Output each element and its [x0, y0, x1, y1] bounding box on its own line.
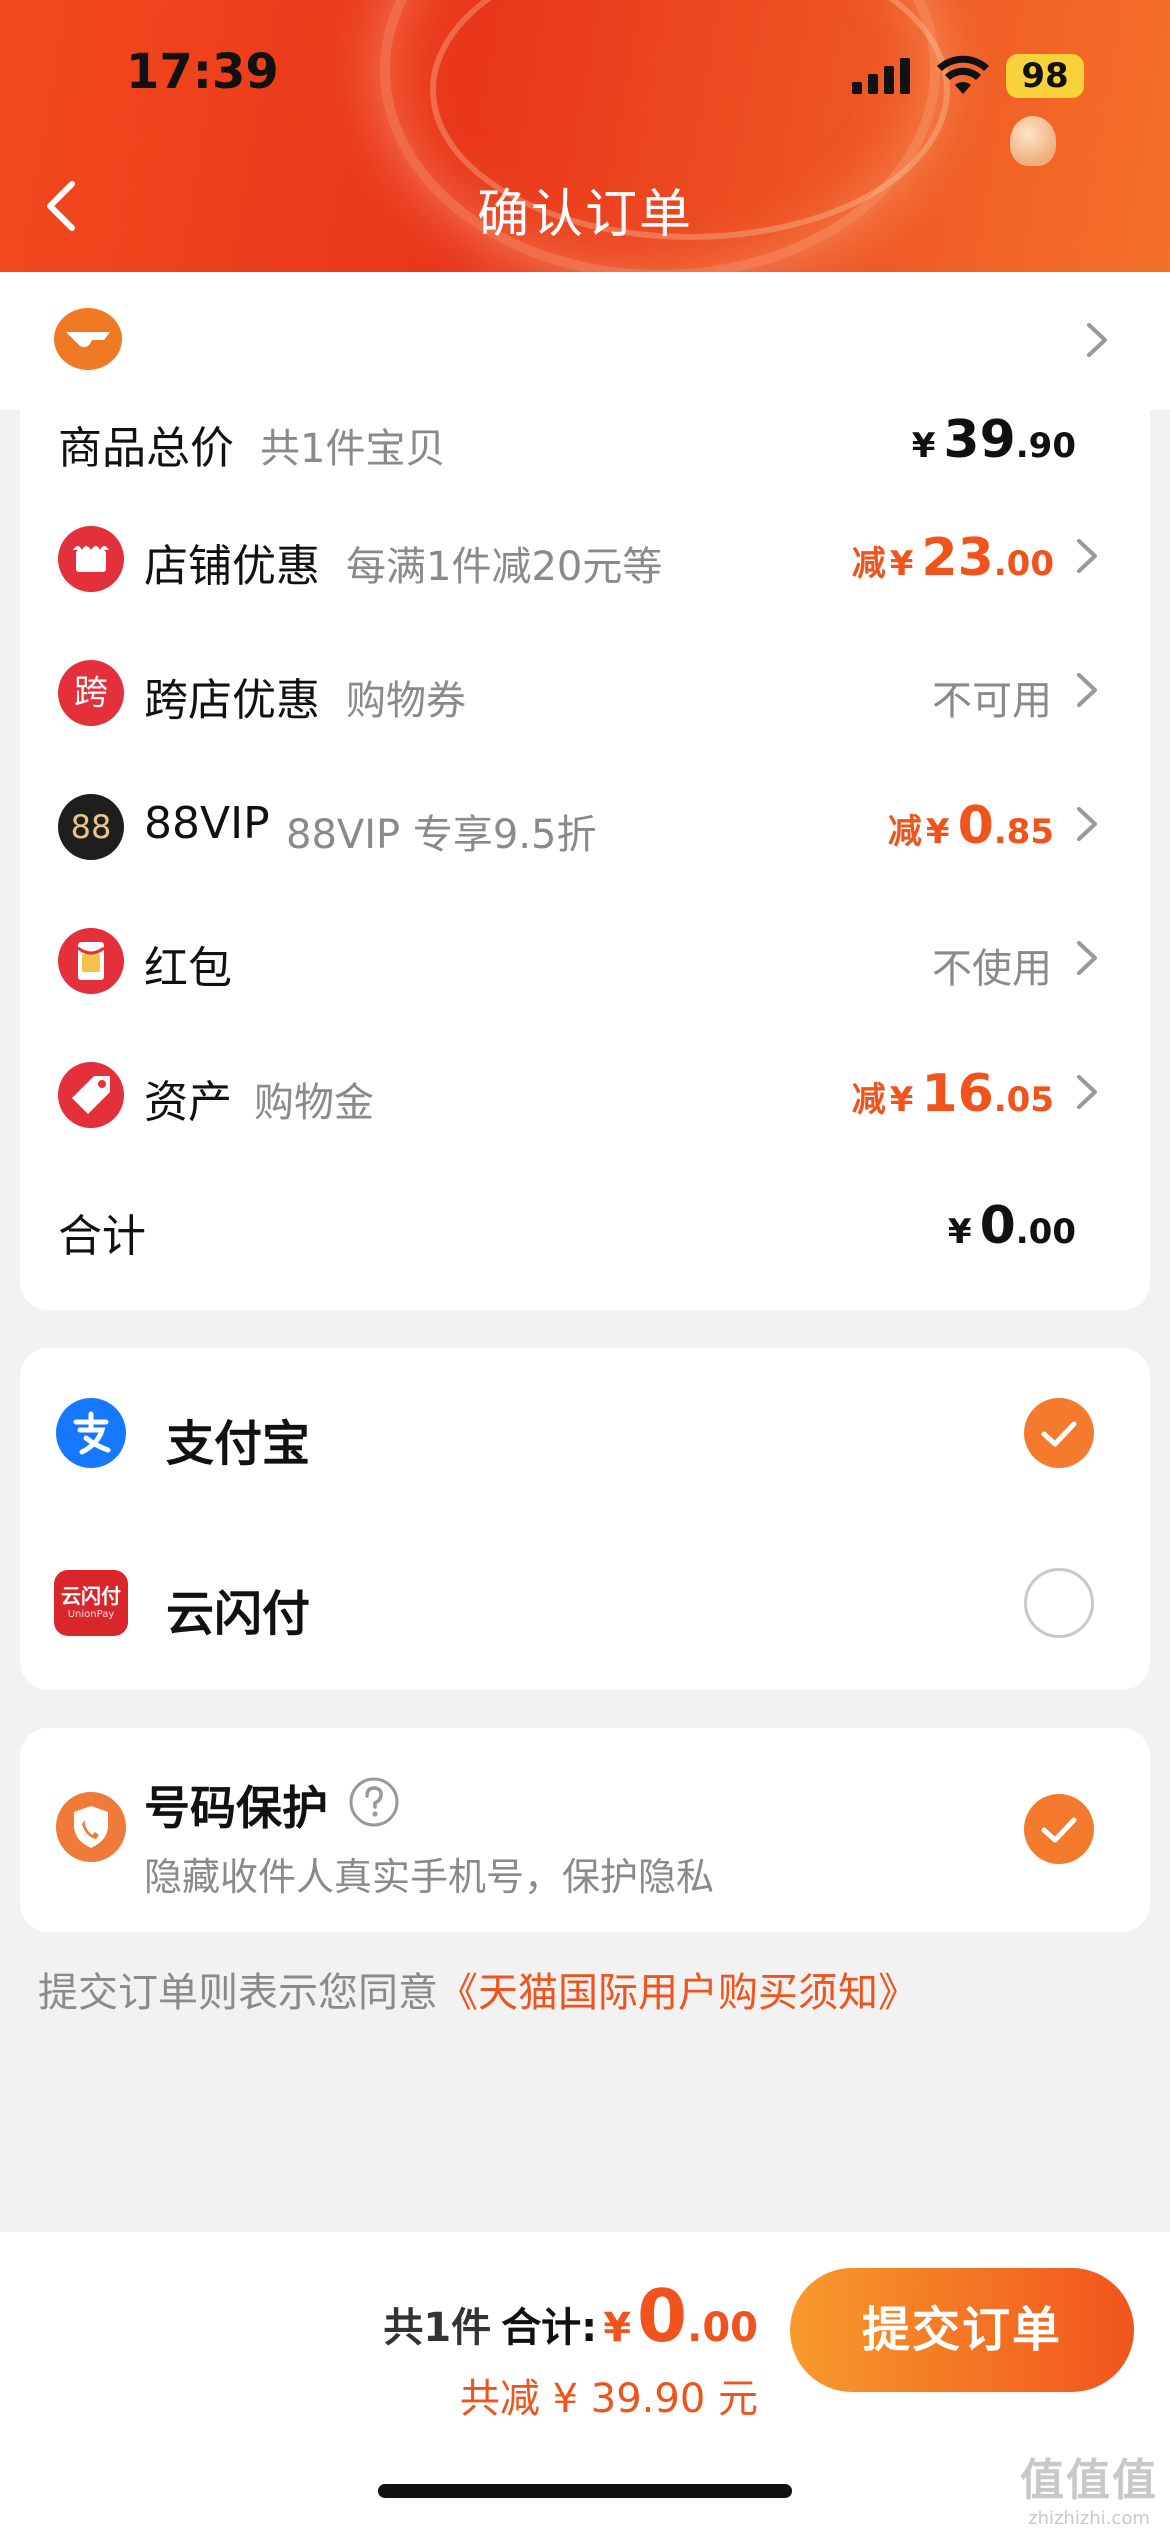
chevron-right-icon — [1087, 323, 1107, 357]
checkout-summary: 共1件 合计: ¥0.00 — [383, 2274, 758, 2358]
total-label: 合计: — [501, 2305, 598, 2351]
order-confirm-page: 17:39 98 确认订单 商品总价 共1件宝贝 ¥ 39.90 店铺优惠 每满… — [0, 0, 1170, 2532]
red-packet-icon — [58, 928, 124, 994]
goods-total-price: ¥39.90 — [912, 410, 1076, 470]
red-packet-row[interactable]: 红包 不使用 — [20, 894, 1150, 1028]
chevron-right-icon — [1077, 807, 1097, 841]
watermark-url: zhizhizhi.com — [1028, 2508, 1150, 2529]
discount-dec: .05 — [993, 1080, 1054, 1120]
unionpay-label: 云闪付 — [166, 1586, 311, 1642]
store-logo-icon — [54, 308, 122, 370]
goods-total-dec: .90 — [1015, 426, 1076, 466]
store-discount-label: 店铺优惠 — [144, 541, 320, 592]
agreement-prefix: 提交订单则表示您同意 — [38, 1970, 438, 2016]
vip88-glyph: 88 — [70, 808, 112, 846]
total-int: 0 — [979, 1196, 1016, 1256]
vip88-sub: 88VIP 专享9.5折 — [286, 812, 597, 858]
goods-total-row: 商品总价 共1件宝贝 ¥39.90 — [20, 390, 1150, 500]
chevron-right-icon — [1077, 1075, 1097, 1109]
cross-store-glyph: 跨 — [74, 673, 108, 713]
discount-int: 0 — [957, 796, 994, 856]
discount-prefix: 减 — [887, 812, 922, 852]
assets-row[interactable]: 资产 购物金 减 ¥16.05 — [20, 1028, 1150, 1162]
unionpay-icon-sub: UnionPay — [67, 1609, 115, 1620]
order-summary-card: 商品总价 共1件宝贝 ¥39.90 店铺优惠 每满1件减20元等 减 ¥23.00 — [20, 380, 1150, 1310]
number-protection-checkbox-checked[interactable] — [1024, 1794, 1094, 1864]
total-currency: ¥ — [947, 1212, 972, 1252]
total-dec: .00 — [1015, 1212, 1076, 1252]
store-icon — [58, 526, 124, 592]
goods-count: 共1件宝贝 — [260, 426, 446, 472]
cross-store-status: 不可用 — [932, 678, 1052, 724]
chevron-right-icon — [1077, 941, 1097, 975]
status-time: 17:39 — [126, 44, 279, 100]
signal-icon — [852, 58, 910, 94]
total-currency: ¥ — [603, 2305, 632, 2351]
unionpay-quickpass-icon: 云闪付 UnionPay — [54, 1570, 128, 1636]
phone-shield-icon — [56, 1792, 126, 1862]
assets-discount-amount: 减 ¥16.05 — [852, 1064, 1054, 1124]
order-total-amount: ¥0.00 — [948, 1196, 1076, 1256]
unionpay-radio-unchecked[interactable] — [1024, 1568, 1094, 1638]
discount-int: 16 — [921, 1064, 994, 1124]
cross-store-icon: 跨 — [58, 660, 124, 726]
assets-sub: 购物金 — [254, 1080, 374, 1126]
goods-total-label: 商品总价 — [58, 423, 234, 474]
battery-indicator: 98 — [1006, 54, 1084, 98]
lantern-icon — [1010, 116, 1056, 166]
alipay-radio-checked[interactable] — [1024, 1398, 1094, 1468]
watermark-title: 值值值 — [1020, 2455, 1158, 2506]
discount-currency: ¥ — [889, 1080, 914, 1120]
goods-total-currency: ¥ — [911, 426, 936, 466]
total-int: 0 — [637, 2274, 688, 2358]
order-total-label: 合计 — [58, 1211, 146, 1262]
vip88-label: 88VIP — [144, 798, 270, 849]
vip88-icon: 88 — [58, 794, 124, 860]
cross-store-discount-row[interactable]: 跨 跨店优惠 购物券 不可用 — [20, 626, 1150, 760]
agreement-link[interactable]: 《天猫国际用户购买须知》 — [438, 1970, 918, 2016]
discount-dec: .85 — [993, 812, 1054, 852]
red-packet-label: 红包 — [144, 943, 232, 994]
total-dec: .00 — [687, 2305, 758, 2351]
cross-store-sub: 购物券 — [346, 678, 466, 724]
assets-label: 资产 — [144, 1077, 232, 1128]
discount-dec: .00 — [993, 544, 1054, 584]
page-title: 确认订单 — [476, 185, 693, 245]
discount-currency: ¥ — [889, 544, 914, 584]
unionpay-icon-text: 云闪付 — [61, 1584, 121, 1608]
vip88-discount-amount: 减 ¥0.85 — [888, 796, 1054, 856]
cross-store-label: 跨店优惠 — [144, 675, 320, 726]
alipay-label: 支付宝 — [166, 1416, 311, 1472]
agreement-text: 提交订单则表示您同意《天猫国际用户购买须知》 — [38, 1960, 918, 2018]
red-packet-status: 不使用 — [932, 946, 1052, 992]
chevron-right-icon — [1077, 539, 1097, 573]
payment-option-alipay[interactable]: 支付宝 — [20, 1348, 1150, 1518]
store-discount-row[interactable]: 店铺优惠 每满1件减20元等 减 ¥23.00 — [20, 492, 1150, 626]
order-total-row: 合计 ¥0.00 — [20, 1162, 1150, 1296]
number-protection-card: 号码保护 隐藏收件人真实手机号，保护隐私 — [20, 1728, 1150, 1932]
store-discount-amount: 减 ¥23.00 — [852, 528, 1054, 588]
submit-order-button[interactable]: 提交订单 — [790, 2268, 1134, 2392]
home-indicator[interactable] — [378, 2484, 792, 2498]
item-count: 共1件 — [383, 2305, 492, 2351]
header-bar: 17:39 98 确认订单 — [0, 0, 1170, 272]
chevron-right-icon — [1077, 673, 1097, 707]
discount-prefix: 减 — [851, 544, 886, 584]
payment-option-unionpay[interactable]: 云闪付 UnionPay 云闪付 — [20, 1518, 1150, 1688]
payment-method-card: 支付宝 云闪付 UnionPay 云闪付 — [20, 1348, 1150, 1690]
number-protection-title: 号码保护 — [144, 1781, 328, 1835]
discount-int: 23 — [921, 528, 994, 588]
watermark: 值值值 zhizhizhi.com — [1014, 2444, 1164, 2529]
discount-currency: ¥ — [925, 812, 950, 852]
discount-prefix: 减 — [851, 1080, 886, 1120]
vip88-discount-row[interactable]: 88 88VIP 88VIP 专享9.5折 减 ¥0.85 — [20, 760, 1150, 894]
total-saved: 共减 ¥ 39.90 元 — [459, 2376, 758, 2422]
goods-total-int: 39 — [943, 410, 1016, 470]
number-protection-desc: 隐藏收件人真实手机号，保护隐私 — [144, 1855, 715, 1899]
tag-icon — [58, 1062, 124, 1128]
help-icon[interactable] — [348, 1776, 400, 1828]
store-discount-sub: 每满1件减20元等 — [346, 544, 663, 590]
alipay-icon — [56, 1398, 126, 1468]
wifi-icon — [937, 55, 989, 94]
